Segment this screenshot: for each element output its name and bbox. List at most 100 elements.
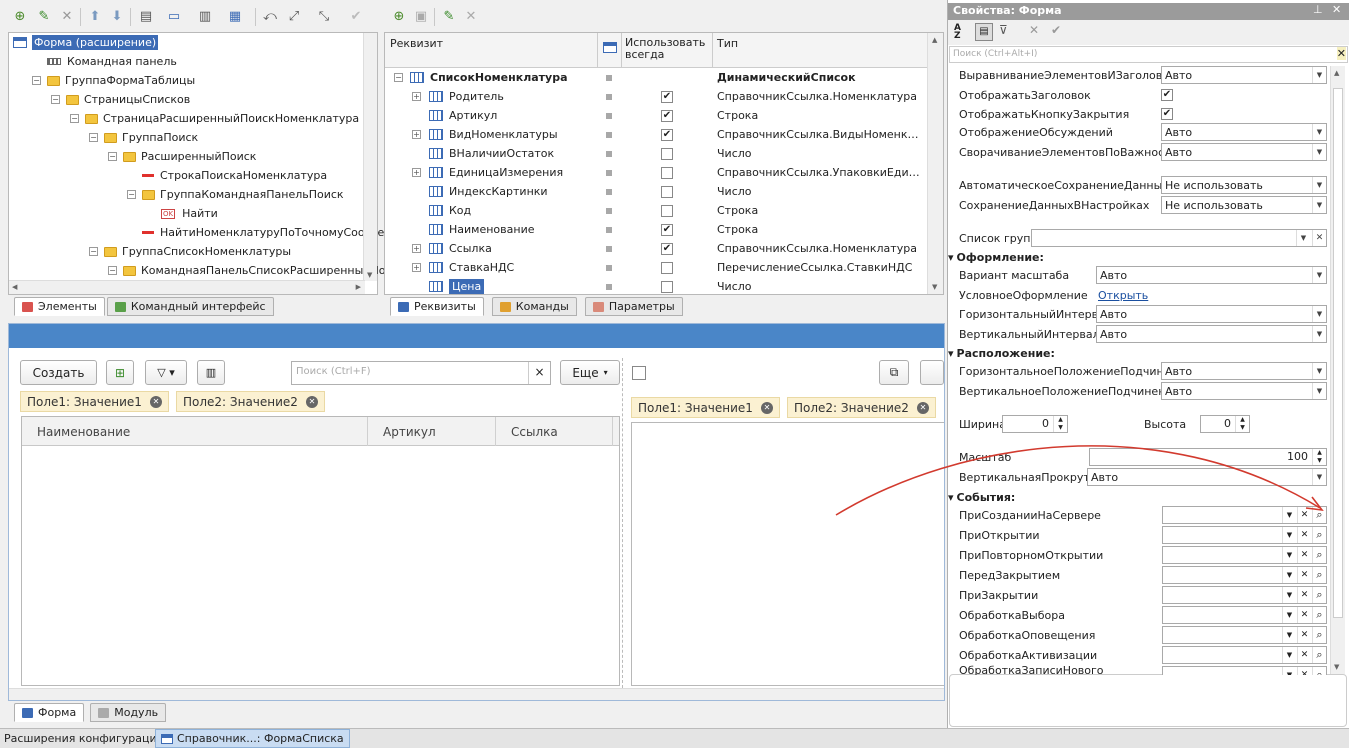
tree-item[interactable]: − ГруппаКоманднаяПанельПоиск bbox=[127, 185, 344, 204]
clear-icon[interactable]: ✕ bbox=[1297, 667, 1311, 675]
spin-arrows-icon[interactable]: ▲ ▼ bbox=[1053, 416, 1067, 432]
filter-icon[interactable]: ▽ ▾ bbox=[145, 360, 187, 385]
tree-item[interactable]: Форма (расширение) bbox=[13, 33, 159, 52]
barcode-icon[interactable]: ▥ bbox=[197, 360, 225, 385]
copy-icon[interactable]: ⊞ bbox=[106, 360, 134, 385]
clear-icon[interactable]: ✕ bbox=[1312, 230, 1326, 246]
use-always-checkbox[interactable]: ✔ bbox=[661, 128, 673, 141]
tab-parameters[interactable]: Параметры bbox=[584, 297, 683, 316]
height-input[interactable]: 0 ▲ ▼ bbox=[1200, 415, 1250, 433]
use-always-checkbox[interactable] bbox=[661, 261, 673, 274]
chevron-down-icon[interactable]: ▼ bbox=[1312, 469, 1326, 485]
attribute-row[interactable]: Код Строка bbox=[385, 201, 928, 220]
delete-icon[interactable]: ✕ bbox=[58, 7, 76, 25]
tree-item[interactable]: − СтраницаРасширенныйПоискНоменклатура bbox=[70, 109, 359, 128]
filter-props-icon[interactable]: ⊽ bbox=[999, 23, 1008, 37]
tree-item[interactable]: − ГруппаСписокНоменклатуры bbox=[89, 242, 291, 261]
chevron-down-icon[interactable]: ▼ bbox=[1312, 124, 1326, 140]
width-input[interactable]: 0 ▲ ▼ bbox=[1002, 415, 1068, 433]
chevron-down-icon[interactable]: ▼ bbox=[1282, 507, 1296, 523]
open-handler-search-icon[interactable]: ⌕ bbox=[1312, 507, 1326, 523]
select-all-checkbox[interactable] bbox=[632, 366, 646, 380]
tree-item[interactable]: − ГруппаФормаТаблицы bbox=[32, 71, 195, 90]
filter-chip[interactable]: Поле2: Значение2 ✕ bbox=[787, 397, 936, 418]
tab-commands[interactable]: Команды bbox=[491, 297, 577, 316]
edit-icon[interactable]: ✎ bbox=[440, 7, 458, 25]
event-handler-field[interactable]: ▼ ✕ ⌕ bbox=[1162, 646, 1327, 664]
use-always-checkbox[interactable]: ✔ bbox=[661, 109, 673, 122]
search-clear-icon[interactable]: ✕ bbox=[1336, 47, 1346, 60]
open-link[interactable]: Открыть bbox=[1098, 289, 1148, 302]
prop-select[interactable]: Авто ▼ bbox=[1087, 468, 1327, 486]
attribute-row[interactable]: ВНаличииОстаток Число bbox=[385, 144, 928, 163]
close-icon[interactable]: ✕ bbox=[149, 395, 162, 408]
use-always-checkbox[interactable] bbox=[661, 147, 673, 160]
collapse-toggle-icon[interactable]: − bbox=[32, 76, 41, 85]
prop-select[interactable]: Авто ▼ bbox=[1161, 66, 1327, 84]
prop-select[interactable]: Авто ▼ bbox=[1096, 325, 1327, 343]
search-clear-icon[interactable]: × bbox=[528, 362, 550, 384]
tree-item[interactable]: − СтраницыСписков bbox=[51, 90, 190, 109]
move-up-icon[interactable]: ⬆ bbox=[86, 7, 104, 25]
group-icon[interactable]: ▦ bbox=[226, 7, 244, 25]
col-name[interactable]: Наименование bbox=[37, 425, 130, 439]
prop-select[interactable]: Не использовать ▼ bbox=[1161, 176, 1327, 194]
edit-icon[interactable]: ✎ bbox=[35, 7, 53, 25]
collapse-toggle-icon[interactable]: − bbox=[89, 247, 98, 256]
chevron-down-icon[interactable]: ▼ bbox=[1312, 383, 1326, 399]
clear-icon[interactable]: ✕ bbox=[1297, 587, 1311, 603]
attribute-row[interactable]: − СписокНоменклатура ДинамическийСписок bbox=[385, 68, 928, 87]
chevron-down-icon[interactable]: ▼ bbox=[1282, 527, 1296, 543]
collapse-toggle-icon[interactable]: − bbox=[51, 95, 60, 104]
spin-arrows-icon[interactable]: ▲ ▼ bbox=[1235, 416, 1249, 432]
tree-item[interactable]: − КоманднаяПанельСписокРасширенныйПоиск bbox=[108, 261, 405, 280]
use-always-checkbox[interactable] bbox=[661, 204, 673, 217]
filter-chip[interactable]: Поле2: Значение2 ✕ bbox=[176, 391, 325, 412]
create-button[interactable]: Создать bbox=[20, 360, 97, 385]
event-handler-field[interactable]: ▼ ✕ ⌕ bbox=[1162, 526, 1327, 544]
attribute-row[interactable]: + Ссылка ✔ СправочникСсылка.Номенклатура bbox=[385, 239, 928, 258]
form-icon[interactable]: ▤ bbox=[137, 7, 155, 25]
attribute-row[interactable]: Наименование ✔ Строка bbox=[385, 220, 928, 239]
chevron-down-icon[interactable]: ▼ bbox=[1282, 567, 1296, 583]
tab-elements[interactable]: Элементы bbox=[14, 297, 105, 316]
chevron-down-icon[interactable]: ▼ bbox=[1282, 647, 1296, 663]
use-always-checkbox[interactable]: ✔ bbox=[661, 223, 673, 236]
tree-item[interactable]: СтрокаПоискаНоменклатура bbox=[127, 166, 327, 185]
attribute-row[interactable]: ИндексКартинки Число bbox=[385, 182, 928, 201]
chevron-down-icon[interactable]: ▼ bbox=[1282, 607, 1296, 623]
prop-select[interactable]: Авто ▼ bbox=[1161, 123, 1327, 141]
use-always-checkbox[interactable] bbox=[661, 280, 673, 293]
event-handler-field[interactable]: ▼ ✕ ⌕ bbox=[1162, 606, 1327, 624]
delete-icon[interactable]: ✕ bbox=[462, 7, 480, 25]
col-header-type[interactable]: Тип bbox=[717, 37, 738, 50]
expand-icon[interactable]: ⤡ bbox=[315, 7, 333, 25]
tree-item[interactable]: − РасширенныйПоиск bbox=[108, 147, 256, 166]
chevron-down-icon[interactable]: ▼ bbox=[1296, 230, 1310, 246]
open-handler-search-icon[interactable]: ⌕ bbox=[1312, 527, 1326, 543]
chevron-down-icon[interactable]: ▼ bbox=[1312, 177, 1326, 193]
tree-vscroll[interactable]: ▼ bbox=[363, 33, 377, 281]
col-header-always[interactable]: Использовать всегда bbox=[625, 37, 707, 61]
layout-icon[interactable]: ▥ bbox=[196, 7, 214, 25]
expand-toggle-icon[interactable]: + bbox=[412, 92, 421, 101]
collapse-toggle-icon[interactable]: − bbox=[70, 114, 79, 123]
attribute-row[interactable]: + СтавкаНДС ПеречислениеСсылка.СтавкиНДС bbox=[385, 258, 928, 277]
group-list-select[interactable]: ▼ ✕ bbox=[1031, 229, 1327, 247]
col-header-attribute[interactable]: Реквизит bbox=[390, 37, 443, 50]
close-icon[interactable]: ✕ bbox=[916, 401, 929, 414]
monitor-icon[interactable]: ▭ bbox=[165, 7, 183, 25]
apply-icon[interactable]: ✔ bbox=[1051, 23, 1061, 37]
open-handler-search-icon[interactable]: ⌕ bbox=[1312, 567, 1326, 583]
section-header[interactable]: ▾ Расположение: bbox=[948, 345, 1055, 361]
props-vscroll-thumb[interactable] bbox=[1333, 88, 1343, 618]
chevron-down-icon[interactable]: ▼ bbox=[1312, 197, 1326, 213]
use-always-checkbox[interactable]: ✔ bbox=[661, 90, 673, 103]
use-always-checkbox[interactable] bbox=[661, 166, 673, 179]
check-icon[interactable]: ✔ bbox=[347, 7, 365, 25]
prop-select[interactable]: Не использовать ▼ bbox=[1161, 196, 1327, 214]
move-down-icon[interactable]: ⬇ bbox=[108, 7, 126, 25]
close-icon[interactable]: ✕ bbox=[305, 395, 318, 408]
collapse-toggle-icon[interactable]: − bbox=[394, 73, 403, 82]
window-icon[interactable]: ⧉ bbox=[879, 360, 909, 385]
